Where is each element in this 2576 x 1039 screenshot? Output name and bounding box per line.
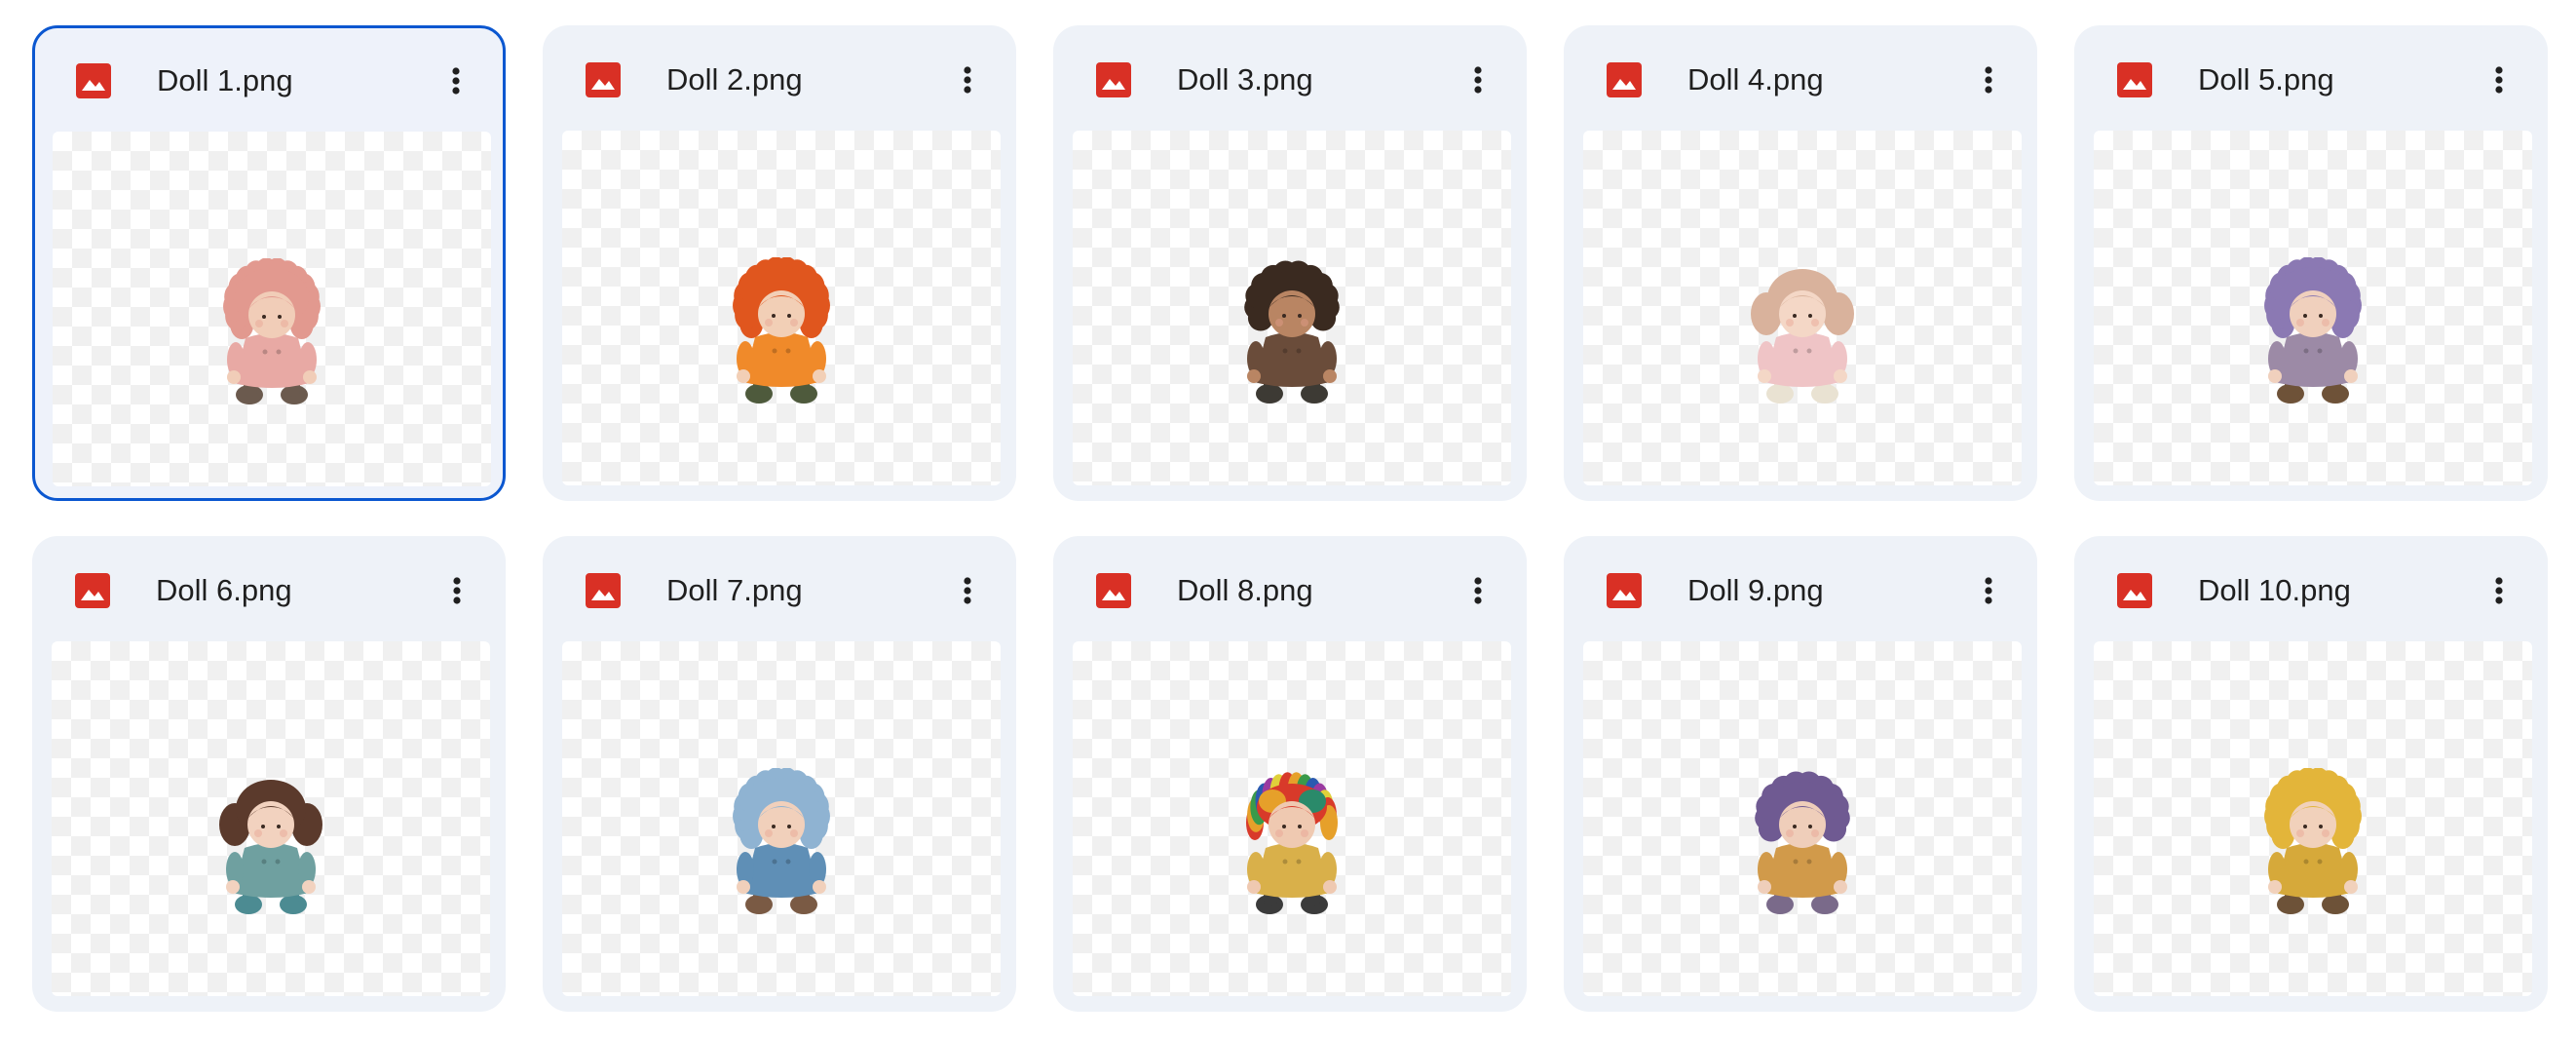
file-name: Doll 5.png	[2198, 62, 2334, 96]
more-vert-icon[interactable]	[942, 565, 993, 616]
file-thumbnail[interactable]	[562, 131, 1001, 485]
doll-image	[733, 768, 830, 914]
file-grid: Doll 1.png Doll 2.png Doll 3.png Doll 4.png…	[0, 0, 2576, 1039]
file-card[interactable]: Doll 7.png	[543, 536, 1016, 1012]
file-card-header: Doll 9.png	[1566, 538, 2035, 639]
file-thumbnail[interactable]	[53, 132, 491, 486]
doll-image	[1755, 771, 1850, 914]
doll-image	[2264, 257, 2362, 404]
file-name: Doll 9.png	[1687, 573, 1824, 607]
file-card[interactable]: Doll 1.png	[32, 25, 506, 501]
file-thumbnail[interactable]	[2094, 131, 2532, 485]
file-name: Doll 10.png	[2198, 573, 2351, 607]
file-card-header: Doll 10.png	[2076, 538, 2546, 639]
image-file-icon	[75, 573, 110, 608]
image-file-icon	[1096, 573, 1131, 608]
file-card-header: Doll 3.png	[1055, 27, 1525, 129]
file-thumbnail[interactable]	[1073, 131, 1511, 485]
file-card[interactable]: Doll 9.png	[1564, 536, 2037, 1012]
file-card-header: Doll 8.png	[1055, 538, 1525, 639]
doll-image	[733, 257, 830, 404]
file-thumbnail[interactable]	[1583, 641, 2022, 996]
more-vert-icon[interactable]	[942, 55, 993, 105]
file-card[interactable]: Doll 2.png	[543, 25, 1016, 501]
file-name: Doll 7.png	[666, 573, 803, 607]
more-vert-icon[interactable]	[1453, 55, 1503, 105]
file-thumbnail[interactable]	[562, 641, 1001, 996]
file-card[interactable]: Doll 3.png	[1053, 25, 1527, 501]
file-thumbnail[interactable]	[1073, 641, 1511, 996]
file-card-header: Doll 2.png	[545, 27, 1014, 129]
doll-image	[223, 258, 321, 404]
file-card-header: Doll 5.png	[2076, 27, 2546, 129]
file-thumbnail[interactable]	[2094, 641, 2532, 996]
more-vert-icon[interactable]	[1963, 565, 2014, 616]
image-file-icon	[1096, 62, 1131, 97]
doll-image	[219, 780, 322, 914]
more-vert-icon[interactable]	[2474, 55, 2524, 105]
doll-image	[1246, 772, 1338, 914]
image-file-icon	[1607, 573, 1642, 608]
file-thumbnail[interactable]	[1583, 131, 2022, 485]
file-card[interactable]: Doll 10.png	[2074, 536, 2548, 1012]
more-vert-icon[interactable]	[432, 565, 482, 616]
image-file-icon	[2117, 62, 2152, 97]
more-vert-icon[interactable]	[2474, 565, 2524, 616]
doll-image	[1751, 269, 1854, 404]
file-card-header: Doll 4.png	[1566, 27, 2035, 129]
more-vert-icon[interactable]	[1963, 55, 2014, 105]
file-card-header: Doll 6.png	[34, 538, 504, 639]
image-file-icon	[586, 62, 621, 97]
file-card[interactable]: Doll 6.png	[32, 536, 506, 1012]
file-card-header: Doll 7.png	[545, 538, 1014, 639]
file-card[interactable]: Doll 8.png	[1053, 536, 1527, 1012]
file-card[interactable]: Doll 4.png	[1564, 25, 2037, 501]
file-card-header: Doll 1.png	[35, 28, 503, 130]
file-name: Doll 3.png	[1177, 62, 1313, 96]
image-file-icon	[76, 63, 111, 98]
doll-image	[1244, 260, 1340, 404]
file-card[interactable]: Doll 5.png	[2074, 25, 2548, 501]
image-file-icon	[586, 573, 621, 608]
file-name: Doll 1.png	[157, 63, 293, 97]
more-vert-icon[interactable]	[1453, 565, 1503, 616]
file-name: Doll 2.png	[666, 62, 803, 96]
image-file-icon	[2117, 573, 2152, 608]
image-file-icon	[1607, 62, 1642, 97]
file-name: Doll 6.png	[156, 573, 292, 607]
file-name: Doll 8.png	[1177, 573, 1313, 607]
doll-image	[2264, 768, 2362, 914]
file-thumbnail[interactable]	[52, 641, 490, 996]
file-name: Doll 4.png	[1687, 62, 1824, 96]
more-vert-icon[interactable]	[431, 56, 481, 106]
